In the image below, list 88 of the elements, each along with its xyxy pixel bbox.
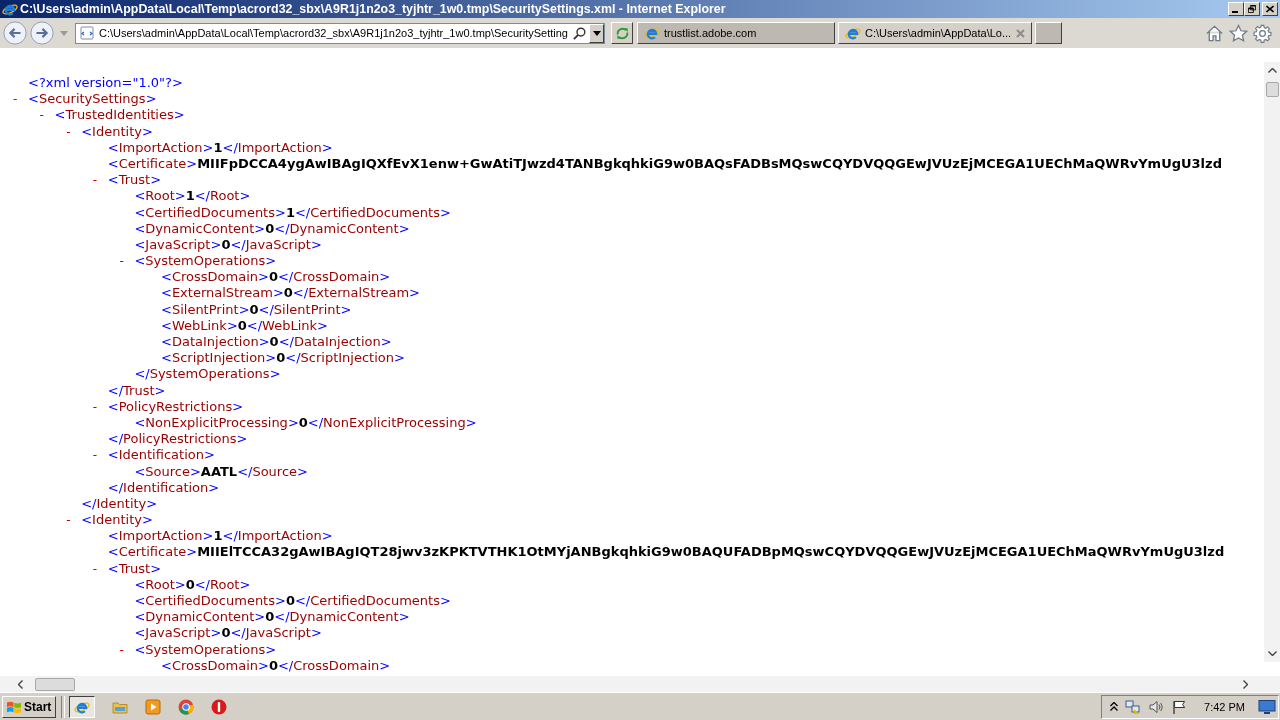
xml-element: <ImportAction>1</ImportAction> [107, 528, 333, 545]
xml-element: <ScriptInjection>0</ScriptInjection> [161, 350, 405, 367]
xml-close-tag: </PolicyRestrictions> [107, 431, 248, 448]
xml-element: <CrossDomain>0</CrossDomain> [161, 657, 391, 674]
forward-icon[interactable] [30, 21, 54, 45]
xml-open-tag: <Trust> [107, 172, 162, 189]
horizontal-scrollbar[interactable] [0, 676, 1280, 692]
restore-button[interactable] [1244, 2, 1260, 16]
xml-close-tag: </Trust> [107, 382, 166, 399]
exclamation-circle-icon[interactable] [211, 698, 228, 715]
collapse-toggle[interactable]: - [92, 399, 98, 414]
xml-element: <Root>0</Root> [134, 576, 251, 593]
xml-element: <CertifiedDocuments>0</CertifiedDocuments> [134, 593, 451, 610]
xml-open-tag: <SystemOperations> [134, 253, 277, 270]
xml-close-tag: </Identity> [81, 495, 158, 513]
network-icon[interactable] [1125, 698, 1142, 715]
vertical-scrollbar[interactable] [1264, 62, 1280, 662]
scrollbar-thumb[interactable] [35, 677, 75, 691]
chevron-up-icon[interactable] [1267, 68, 1277, 73]
home-icon[interactable] [1205, 23, 1224, 43]
monitor-icon[interactable] [1258, 698, 1276, 715]
xml-element: <DataInjection>0</DataInjection> [161, 334, 392, 351]
collapse-toggle[interactable]: - [66, 124, 71, 139]
xml-open-tag: <Identity> [81, 512, 153, 529]
media-player-icon[interactable] [145, 698, 162, 715]
collapse-toggle[interactable]: - [119, 642, 124, 657]
address-field[interactable]: C:\Users\admin\AppData\Local\Temp\acrord32_sbx\A9R1j1n2o3_tyjhtr_1w0.tmp\SecuritySetting [99, 27, 568, 39]
xml-element: <SilentPrint>0</SilentPrint> [161, 301, 352, 318]
collapse-toggle[interactable]: - [13, 92, 18, 107]
tray-clock[interactable]: 7:42 PM [1204, 700, 1245, 713]
xml-open-tag: <PolicyRestrictions> [107, 398, 244, 415]
xml-close-tag: </SystemOperations> [134, 366, 281, 383]
xml-element: <Root>1</Root> [134, 188, 251, 205]
refresh-button[interactable] [611, 22, 633, 44]
xml-open-tag: <TrustedIdentities> [54, 107, 185, 124]
xml-open-tag: <Trust> [107, 560, 162, 577]
windows-flag-icon [6, 699, 22, 714]
browser-tab[interactable]: C:\Users\admin\AppData\Lo... [838, 22, 1032, 44]
window-title: C:\Users\admin\AppData\Local\Temp\acrord32_sbx\A9R1j1n2o3_tyjhtr_1w0.tmp\SecuritySettings.xml - Internet Explorer [20, 2, 726, 16]
xml-element: <DynamicContent>0</DynamicContent> [134, 220, 410, 237]
collapse-toggle[interactable]: - [119, 254, 124, 269]
page-icon [80, 26, 94, 40]
xml-open-tag: <SystemOperations> [134, 641, 277, 658]
xml-open-tag: <Identity> [81, 123, 153, 140]
start-button[interactable]: Start [2, 695, 57, 718]
taskbar-button[interactable] [69, 695, 96, 718]
collapse-toggle[interactable]: - [92, 173, 98, 188]
refresh-icon [614, 25, 630, 41]
xml-element: <Certificate>MIIFpDCCA4ygAwIBAgIQXfEvX1enw+GwAtiTJwzd4TANBgkqhkiG9w0BAQsFADBsMQswCQYDVQQGEwJVUzEjMCEGA1UEChMaQWRvYmUgU3lzd [107, 155, 1222, 173]
xml-element: <JavaScript>0</JavaScript> [134, 236, 322, 254]
caret-down-icon [592, 30, 601, 36]
address-dropdown-button[interactable] [589, 23, 604, 43]
xml-open-tag: <SecuritySettings> [28, 91, 157, 108]
xml-element: <CrossDomain>0</CrossDomain> [161, 269, 391, 286]
xml-element: <CertifiedDocuments>1</CertifiedDocuments> [134, 204, 451, 221]
chevron-down-icon[interactable] [1267, 651, 1277, 656]
xml-close-tag: </Identification> [107, 479, 220, 496]
collapse-toggle[interactable]: - [92, 448, 98, 463]
collapse-toggle[interactable]: - [39, 108, 44, 123]
browser-tab[interactable]: trustlist.adobe.com [637, 22, 835, 44]
collapse-toggle[interactable]: - [92, 561, 98, 576]
chevron-right-icon[interactable] [1243, 679, 1248, 689]
xml-element: <Certificate>MIIElTCCA32gAwIBAgIQT28jwv3zKPKTVTHK1OtMYjANBgkqhkiG9w0BAQUFADBpMQswCQYDVQQGEwJVUzEjMCEGA1UEChMaQWRvYmUgU3lzd [107, 544, 1225, 561]
chevron-up-icon[interactable] [1110, 702, 1119, 711]
xml-element: <WebLink>0</WebLink> [161, 317, 328, 334]
back-icon[interactable] [3, 21, 27, 45]
xml-element: <ExternalStream>0</ExternalStream> [161, 285, 420, 302]
xml-declaration: <?xml version="1.0"?> [28, 75, 183, 92]
chevron-left-icon[interactable] [18, 679, 23, 689]
xml-open-tag: <Identification> [107, 447, 215, 464]
xml-element: <DynamicContent>0</DynamicContent> [134, 609, 410, 626]
restore-icon [1248, 5, 1256, 13]
minimize-button[interactable] [1228, 2, 1244, 16]
segmented-circle-icon[interactable] [178, 698, 195, 715]
xml-element: <JavaScript>0</JavaScript> [134, 625, 322, 642]
xml-element: <Source>AATL</Source> [134, 463, 308, 480]
xml-element: <NonExplicitProcessing>0</NonExplicitProcessing> [134, 414, 477, 432]
star-icon[interactable] [1229, 23, 1248, 43]
collapse-toggle[interactable]: - [66, 513, 71, 528]
settings-icon[interactable] [1253, 23, 1272, 43]
flag-icon[interactable] [1171, 698, 1188, 715]
speaker-icon[interactable] [1148, 698, 1165, 715]
xml-element: <ImportAction>1</ImportAction> [107, 139, 333, 156]
search-icon[interactable] [573, 26, 586, 40]
close-icon [1266, 5, 1274, 13]
new-tab-button[interactable] [1035, 22, 1062, 44]
close-button[interactable] [1262, 2, 1278, 16]
scrollbar-thumb[interactable] [1265, 82, 1279, 97]
